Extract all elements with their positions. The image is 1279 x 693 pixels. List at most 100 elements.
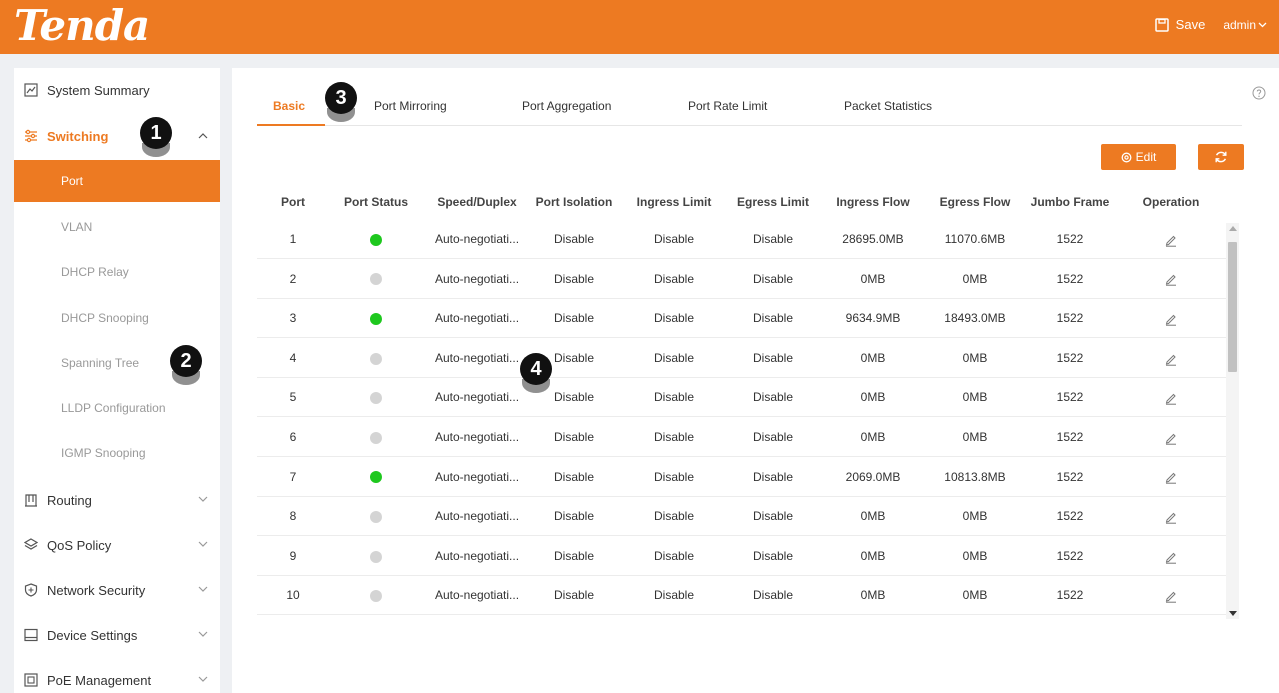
callout-number: 2 bbox=[170, 345, 202, 377]
cell-operation bbox=[1135, 497, 1207, 536]
cell-operation bbox=[1135, 299, 1207, 338]
status-dot-icon bbox=[370, 431, 382, 444]
cell-port-isolation: Disable bbox=[553, 509, 595, 524]
col-speed-duplex: Speed/Duplex bbox=[437, 195, 517, 209]
sidebar-subitem-port[interactable]: Port bbox=[14, 160, 220, 202]
save-button[interactable]: Save bbox=[1154, 17, 1206, 32]
cell-port-isolation: Disable bbox=[553, 469, 595, 484]
col-port-isolation: Port Isolation bbox=[535, 195, 613, 209]
callout-marker-3: 3 bbox=[325, 82, 357, 128]
cell-speed-duplex: Auto-negotiati... bbox=[434, 271, 520, 286]
cell-egress-limit: Disable bbox=[752, 232, 794, 246]
edit-pencil-icon[interactable] bbox=[1164, 312, 1178, 326]
edit-pencil-icon[interactable] bbox=[1164, 233, 1178, 247]
edit-pencil-icon[interactable] bbox=[1164, 391, 1178, 405]
tab-port-rate-limit[interactable]: Port Rate Limit bbox=[688, 99, 767, 113]
help-icon[interactable] bbox=[1252, 86, 1266, 100]
cell-ingress-limit: Disable bbox=[653, 350, 695, 365]
callout-number: 1 bbox=[140, 117, 172, 149]
monitor-icon bbox=[24, 628, 38, 642]
cell-egress-flow: 10813.8MB bbox=[944, 469, 1006, 484]
col-ingress-limit: Ingress Limit bbox=[636, 195, 712, 209]
tab-port-mirroring[interactable]: Port Mirroring bbox=[374, 99, 447, 113]
cell-egress-limit: Disable bbox=[752, 588, 794, 603]
main-panel: Basic Port Mirroring Port Aggregation Po… bbox=[232, 68, 1279, 693]
active-tab-indicator bbox=[257, 124, 325, 126]
cell-jumbo-frame: 1522 bbox=[1056, 430, 1084, 444]
layers-icon bbox=[24, 538, 38, 550]
table-row: 9 Auto-negotiati... Disable Disable Disable 0… bbox=[257, 537, 1227, 576]
cell-speed-duplex: Auto-negotiati... bbox=[434, 232, 520, 246]
cell-speed-duplex: Auto-negotiati... bbox=[434, 509, 520, 524]
sidebar-item-system-summary[interactable]: System Summary bbox=[14, 78, 220, 102]
status-dot-icon bbox=[370, 511, 382, 524]
cell-speed-duplex: Auto-negotiati... bbox=[434, 548, 520, 563]
edit-pencil-icon[interactable] bbox=[1164, 352, 1178, 366]
edit-pencil-icon[interactable] bbox=[1164, 431, 1178, 445]
edit-pencil-icon[interactable] bbox=[1164, 272, 1178, 287]
sidebar-subitem-lldp-configuration[interactable]: LLDP Configuration bbox=[14, 387, 220, 429]
chevron-down-icon bbox=[198, 496, 208, 502]
table-row: 4 Auto-negotiati... Disable Disable Disable 0… bbox=[257, 339, 1227, 378]
cell-ingress-flow: 28695.0MB bbox=[842, 232, 904, 246]
edit-pencil-icon[interactable] bbox=[1164, 589, 1178, 603]
chevron-down-icon bbox=[1258, 22, 1267, 27]
edit-pencil-icon[interactable] bbox=[1164, 510, 1178, 524]
tab-basic[interactable]: Basic bbox=[273, 99, 305, 113]
sidebar-subitem-igmp-snooping[interactable]: IGMP Snooping bbox=[14, 432, 220, 474]
sidebar-item-qos-policy[interactable]: QoS Policy bbox=[14, 533, 220, 557]
status-dot-icon bbox=[370, 233, 382, 246]
tenda-logo: Tenda bbox=[14, 1, 150, 50]
cell-ingress-flow: 9634.9MB bbox=[845, 311, 901, 326]
cell-speed-duplex: Auto-negotiati... bbox=[434, 469, 520, 484]
table-row: 3 Auto-negotiati... Disable Disable Disable 9… bbox=[257, 299, 1227, 339]
sidebar-item-label: Routing bbox=[47, 492, 92, 508]
chevron-down-icon bbox=[198, 541, 208, 547]
cell-port-status bbox=[338, 458, 414, 497]
edit-button[interactable]: Edit bbox=[1101, 144, 1176, 170]
cell-egress-flow: 0MB bbox=[962, 271, 988, 286]
cell-port-status bbox=[338, 260, 414, 299]
cell-egress-limit: Disable bbox=[752, 271, 794, 286]
sidebar-subitem-dhcp-relay[interactable]: DHCP Relay bbox=[14, 251, 220, 293]
cell-jumbo-frame: 1522 bbox=[1056, 469, 1084, 484]
cell-ingress-limit: Disable bbox=[653, 390, 695, 405]
cell-ingress-limit: Disable bbox=[653, 271, 695, 286]
cell-port: 4 bbox=[289, 350, 297, 365]
cell-egress-limit: Disable bbox=[752, 311, 794, 326]
cell-speed-duplex: Auto-negotiati... bbox=[434, 588, 520, 603]
table-scrollbar[interactable] bbox=[1226, 223, 1239, 619]
sidebar-subitem-dhcp-snooping[interactable]: DHCP Snooping bbox=[14, 297, 220, 339]
cell-port: 5 bbox=[289, 390, 297, 405]
scroll-up-arrow-icon[interactable] bbox=[1229, 226, 1237, 231]
table-row: 10 Auto-negotiati... Disable Disable Disable… bbox=[257, 576, 1227, 616]
edit-pencil-icon[interactable] bbox=[1164, 470, 1178, 485]
edit-pencil-icon[interactable] bbox=[1164, 550, 1178, 564]
cell-port: 7 bbox=[289, 469, 297, 484]
sidebar-item-routing[interactable]: Routing bbox=[14, 488, 220, 512]
sidebar-item-switching[interactable]: Switching bbox=[14, 124, 220, 148]
sidebar-item-device-settings[interactable]: Device Settings bbox=[14, 623, 220, 647]
refresh-button[interactable] bbox=[1198, 144, 1244, 170]
save-label: Save bbox=[1175, 17, 1206, 32]
cell-ingress-flow: 0MB bbox=[860, 430, 886, 444]
admin-user-menu[interactable]: admin bbox=[1223, 18, 1267, 32]
cell-ingress-flow: 0MB bbox=[860, 548, 886, 563]
col-port-status: Port Status bbox=[343, 195, 408, 209]
scroll-thumb[interactable] bbox=[1228, 242, 1237, 372]
sidebar-item-network-security[interactable]: Network Security bbox=[14, 578, 220, 602]
sidebar-subitem-vlan[interactable]: VLAN bbox=[14, 206, 220, 248]
status-dot-icon bbox=[370, 273, 382, 286]
cell-egress-flow: 0MB bbox=[962, 430, 988, 444]
tab-packet-statistics[interactable]: Packet Statistics bbox=[844, 99, 932, 113]
sidebar-item-label: PoE Management bbox=[47, 672, 152, 688]
cell-jumbo-frame: 1522 bbox=[1056, 311, 1084, 326]
sidebar-item-poe-management[interactable]: PoE Management bbox=[14, 668, 220, 692]
cell-jumbo-frame: 1522 bbox=[1056, 548, 1084, 563]
scroll-down-arrow-icon[interactable] bbox=[1229, 611, 1237, 616]
cell-speed-duplex: Auto-negotiati... bbox=[434, 430, 520, 444]
cell-egress-flow: 0MB bbox=[962, 350, 988, 365]
tab-port-aggregation[interactable]: Port Aggregation bbox=[522, 99, 611, 113]
status-dot-icon bbox=[370, 590, 382, 603]
cell-jumbo-frame: 1522 bbox=[1056, 588, 1084, 603]
